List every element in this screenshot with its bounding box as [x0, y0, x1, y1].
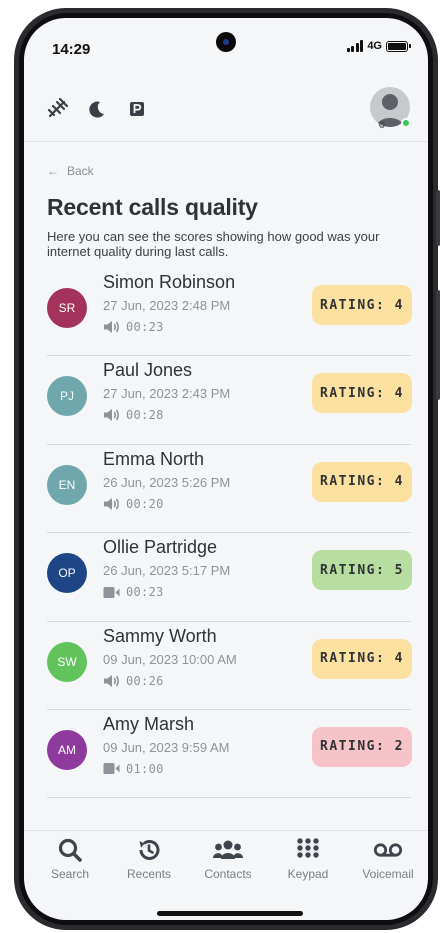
call-date: 09 Jun, 2023 9:59 AM — [103, 739, 230, 755]
rating-badge: RATING: 4 — [312, 638, 412, 679]
contact-name: Amy Marsh — [103, 713, 195, 734]
recents-icon — [136, 837, 162, 863]
audio-call-icon — [103, 320, 120, 334]
contact-avatar[interactable]: EN — [47, 464, 87, 505]
contact-name: Ollie Partridge — [103, 537, 218, 558]
contact-avatar[interactable]: AM — [47, 729, 87, 770]
parking-icon[interactable] — [126, 98, 148, 120]
rating-badge: RATING: 4 — [312, 285, 412, 325]
status-bar: 14:29 4G — [24, 18, 428, 70]
nav-label-voicemail: Voicemail — [362, 867, 414, 881]
rating-badge: RATING: 4 — [312, 373, 412, 414]
audio-call-icon — [103, 408, 120, 422]
page-title: Recent calls quality — [47, 194, 258, 220]
satellite-icon[interactable] — [46, 98, 68, 120]
contact-avatar[interactable]: SR — [47, 288, 87, 328]
rating-badge: RATING: 5 — [312, 550, 412, 591]
call-date: 26 Jun, 2023 5:26 PM — [103, 474, 231, 490]
home-indicator[interactable] — [157, 911, 303, 916]
row-divider — [47, 797, 411, 799]
nav-label-search: Search — [50, 867, 90, 881]
call-duration: 00:20 — [126, 496, 164, 511]
nav-keypad[interactable]: Keypad — [268, 837, 348, 881]
call-date: 26 Jun, 2023 5:17 PM — [103, 563, 231, 579]
call-duration: 00:28 — [126, 408, 164, 423]
video-call-icon — [103, 762, 120, 775]
screen: 14:29 4G ⚙ ← Back Recent calls quality H… — [24, 18, 428, 920]
contact-name: Paul Jones — [103, 360, 193, 381]
contact-avatar[interactable]: OP — [47, 553, 87, 594]
call-list: SR Simon Robinson 27 Jun, 2023 2:48 PM 00:2… — [24, 268, 428, 799]
settings-badge-icon: ⚙ — [378, 120, 387, 130]
call-meta: 00:20 — [103, 497, 164, 511]
nav-label-keypad: Keypad — [287, 867, 329, 881]
signal-icon — [346, 40, 364, 52]
call-row[interactable]: PJ Paul Jones 27 Jun, 2023 2:43 PM 00:28 RAT… — [24, 356, 428, 445]
voicemail-icon — [373, 837, 403, 863]
nav-voicemail[interactable]: Voicemail — [348, 837, 428, 881]
call-duration: 01:00 — [126, 761, 164, 776]
search-icon — [57, 837, 83, 863]
call-meta: 01:00 — [103, 762, 164, 776]
audio-call-icon — [103, 674, 120, 688]
nav-label-recents: Recents — [126, 867, 172, 881]
contact-name: Emma North — [103, 448, 205, 469]
rating-badge: RATING: 2 — [312, 726, 412, 767]
video-call-icon — [103, 586, 120, 599]
call-row[interactable]: AM Amy Marsh 09 Jun, 2023 9:59 AM 01:00 RATI… — [24, 710, 428, 799]
nav-search[interactable]: Search — [30, 837, 110, 881]
keypad-icon — [295, 837, 321, 863]
rating-badge: RATING: 4 — [312, 461, 412, 502]
moon-icon[interactable] — [86, 98, 108, 120]
contacts-icon — [212, 837, 244, 863]
contact-name: Sammy Worth — [103, 625, 217, 646]
power-button — [436, 290, 440, 400]
contact-avatar[interactable]: PJ — [47, 376, 87, 417]
nav-contacts[interactable]: Contacts — [188, 837, 268, 881]
contact-name: Simon Robinson — [103, 272, 236, 292]
arrow-left-icon: ← — [47, 164, 59, 178]
app-header: ⚙ — [24, 78, 428, 142]
volume-button — [436, 190, 440, 246]
call-meta: 00:23 — [103, 320, 164, 334]
network-label: 4G — [367, 40, 382, 52]
back-label: Back — [67, 164, 94, 178]
call-row[interactable]: SR Simon Robinson 27 Jun, 2023 2:48 PM 00:2… — [24, 268, 428, 357]
back-button[interactable]: ← Back — [47, 164, 94, 178]
page-description: Here you can see the scores showing how … — [47, 229, 380, 259]
battery-icon — [386, 40, 411, 52]
call-row[interactable]: SW Sammy Worth 09 Jun, 2023 10:00 AM 00:26 R… — [24, 622, 428, 710]
call-meta: 00:23 — [103, 585, 164, 599]
camera-cutout — [216, 32, 236, 52]
audio-call-icon — [103, 497, 120, 511]
call-duration: 00:23 — [126, 320, 164, 334]
call-date: 27 Jun, 2023 2:48 PM — [103, 298, 231, 313]
status-indicators: 4G — [346, 40, 411, 52]
call-row[interactable]: OP Ollie Partridge 26 Jun, 2023 5:17 PM 00:… — [24, 533, 428, 622]
call-duration: 00:26 — [126, 673, 164, 688]
online-status-dot — [401, 118, 411, 128]
call-meta: 00:26 — [103, 674, 164, 688]
call-date: 27 Jun, 2023 2:43 PM — [103, 386, 231, 402]
call-duration: 00:23 — [126, 585, 164, 600]
nav-recents[interactable]: Recents — [109, 837, 189, 881]
nav-label-contacts: Contacts — [204, 867, 252, 881]
call-row[interactable]: EN Emma North 26 Jun, 2023 5:26 PM 00:20 RAT… — [24, 445, 428, 534]
call-meta: 00:28 — [103, 408, 164, 422]
bottom-nav: Search Recents Contacts Keypad Voicemail — [24, 830, 428, 888]
status-time: 14:29 — [52, 41, 91, 58]
contact-avatar[interactable]: SW — [47, 641, 87, 682]
call-date: 09 Jun, 2023 10:00 AM — [103, 651, 237, 667]
